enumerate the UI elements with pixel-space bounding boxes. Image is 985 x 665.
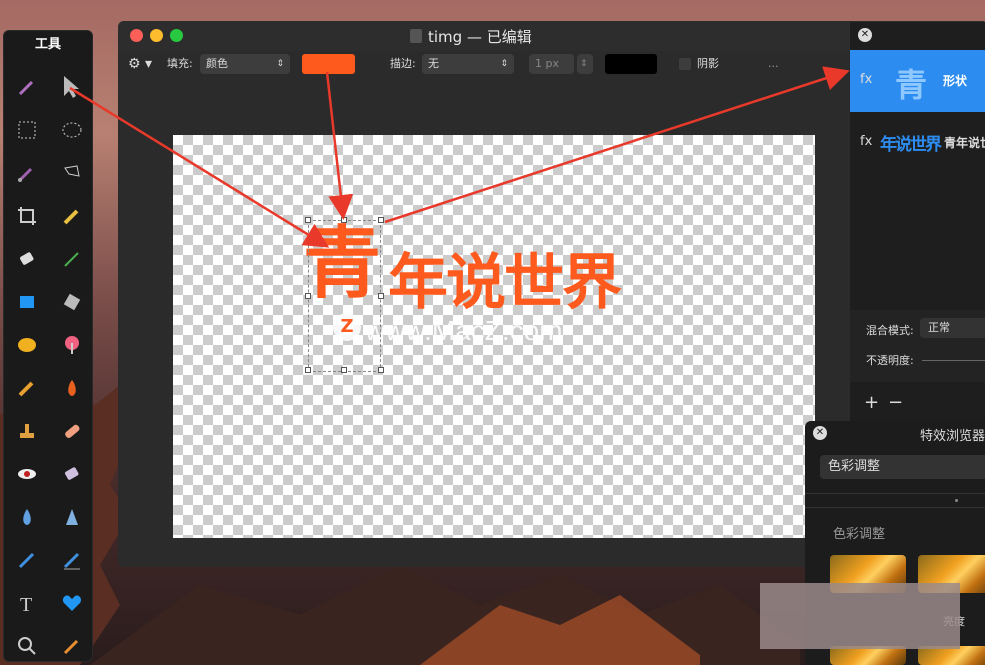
color-picker-icon[interactable] — [49, 323, 94, 366]
freeform-pen-icon[interactable] — [49, 538, 94, 581]
fill-label: 填充: — [167, 57, 193, 70]
fx-label: fx — [860, 72, 873, 87]
fill-color-swatch[interactable] — [302, 54, 355, 74]
document-icon — [410, 29, 422, 43]
layer-row[interactable]: fx 年说世界 青年说世 — [850, 112, 985, 174]
blur-icon[interactable] — [4, 495, 49, 538]
add-layer-button[interactable]: + — [864, 392, 879, 413]
clone-stamp-icon[interactable] — [4, 409, 49, 452]
layer-name: 青年说世 — [944, 136, 985, 150]
stroke-type-select[interactable]: 无 ⇕ — [422, 54, 514, 74]
crop-icon[interactable] — [4, 194, 49, 237]
rectangle-shape-icon[interactable] — [4, 280, 49, 323]
page-indicator-dot — [955, 499, 958, 502]
blend-mode-label: 混合模式: — [866, 324, 914, 337]
canvas-art-text: 年说世界 — [388, 248, 622, 318]
effect-section-title: 色彩调整 — [833, 527, 886, 542]
layer-thumbnail: 青 — [895, 66, 928, 104]
stroke-color-swatch[interactable] — [605, 54, 657, 74]
selection-handle[interactable] — [341, 217, 347, 223]
opacity-slider[interactable] — [922, 360, 985, 361]
blurred-overlay — [760, 583, 960, 649]
close-icon[interactable]: ✕ — [858, 28, 872, 42]
layer-row-selected[interactable]: fx 青 形状 — [850, 50, 985, 112]
effects-browser-title: 特效浏览器 — [920, 429, 985, 444]
bandage-icon[interactable] — [49, 409, 94, 452]
selection-handle[interactable] — [305, 367, 311, 373]
eraser-icon[interactable] — [4, 237, 49, 280]
pencil-icon[interactable] — [49, 194, 94, 237]
stroke-width-field[interactable]: 1 px — [529, 54, 574, 74]
svg-text:T: T — [20, 594, 32, 614]
close-icon[interactable]: ✕ — [813, 426, 827, 440]
minimize-button[interactable] — [150, 29, 163, 42]
divider — [805, 493, 985, 494]
selection-handle[interactable] — [378, 293, 384, 299]
zoom-button[interactable] — [170, 29, 183, 42]
gear-icon[interactable]: ⚙︎ ▾ — [128, 54, 152, 74]
selection-handle[interactable] — [341, 367, 347, 373]
selection-handle[interactable] — [305, 293, 311, 299]
fill-type-select[interactable]: 颜色 ⇕ — [200, 54, 290, 74]
stepper-arrows-icon: ⇕ — [276, 59, 284, 69]
divider — [805, 507, 985, 508]
ellipse-shape-icon[interactable] — [4, 323, 49, 366]
stroke-width-stepper[interactable]: ⇕ — [577, 54, 593, 74]
zoom-icon[interactable] — [4, 624, 49, 665]
blend-mode-select[interactable]: 正常 — [920, 318, 985, 338]
smudge-icon[interactable] — [4, 366, 49, 409]
watermark-text: www.MacZ.com — [365, 315, 563, 346]
close-button[interactable] — [130, 29, 143, 42]
magic-wand-icon[interactable] — [4, 151, 49, 194]
pen-icon[interactable] — [4, 538, 49, 581]
burn-icon[interactable] — [49, 366, 94, 409]
lasso-icon[interactable] — [49, 151, 94, 194]
layer-properties: 混合模式: 正常 不透明度: — [850, 310, 985, 382]
sponge-icon[interactable] — [49, 452, 94, 495]
red-eye-icon[interactable] — [4, 452, 49, 495]
stepper-arrows-icon: ⇕ — [500, 59, 508, 69]
selection-handle[interactable] — [305, 217, 311, 223]
ellipse-select-icon[interactable] — [49, 108, 94, 151]
canvas[interactable]: 青 年说世界 Z www.MacZ.com — [173, 135, 815, 538]
window-title: timg — 已编辑 — [428, 28, 532, 46]
layer-name: 形状 — [943, 74, 968, 88]
eyedropper-icon[interactable] — [49, 624, 94, 665]
arrange-tool-icon[interactable] — [4, 65, 49, 108]
sharpen-icon[interactable] — [49, 495, 94, 538]
layer-thumbnail: 年说世界 — [880, 135, 942, 155]
layers-panel: ✕ fx 青 形状 fx 年说世界 青年说世 混合模式: 正常 不透明度: + … — [850, 22, 985, 427]
stroke-type-value: 无 — [428, 57, 439, 70]
remove-layer-button[interactable]: − — [888, 392, 903, 413]
fx-label: fx — [860, 134, 873, 149]
shadow-checkbox[interactable] — [679, 58, 691, 70]
effect-category-select[interactable]: 色彩调整 — [820, 455, 985, 479]
opacity-label: 不透明度: — [866, 354, 914, 367]
rect-select-icon[interactable] — [4, 108, 49, 151]
stroke-label: 描边: — [390, 57, 416, 70]
text-tool-icon[interactable]: T — [4, 581, 49, 624]
brush-icon[interactable] — [49, 237, 94, 280]
selection-handle[interactable] — [378, 217, 384, 223]
custom-shape-icon[interactable] — [49, 581, 94, 624]
paint-bucket-icon[interactable] — [49, 280, 94, 323]
selection-box[interactable] — [308, 220, 381, 372]
selection-handle[interactable] — [378, 367, 384, 373]
shadow-label: 阴影 — [697, 57, 719, 70]
tools-panel-title: 工具 — [34, 37, 61, 52]
more-button[interactable]: ... — [768, 54, 779, 74]
tools-panel: 工具 T — [3, 30, 93, 662]
select-arrow-icon[interactable] — [49, 65, 94, 108]
fill-type-value: 颜色 — [206, 57, 228, 70]
